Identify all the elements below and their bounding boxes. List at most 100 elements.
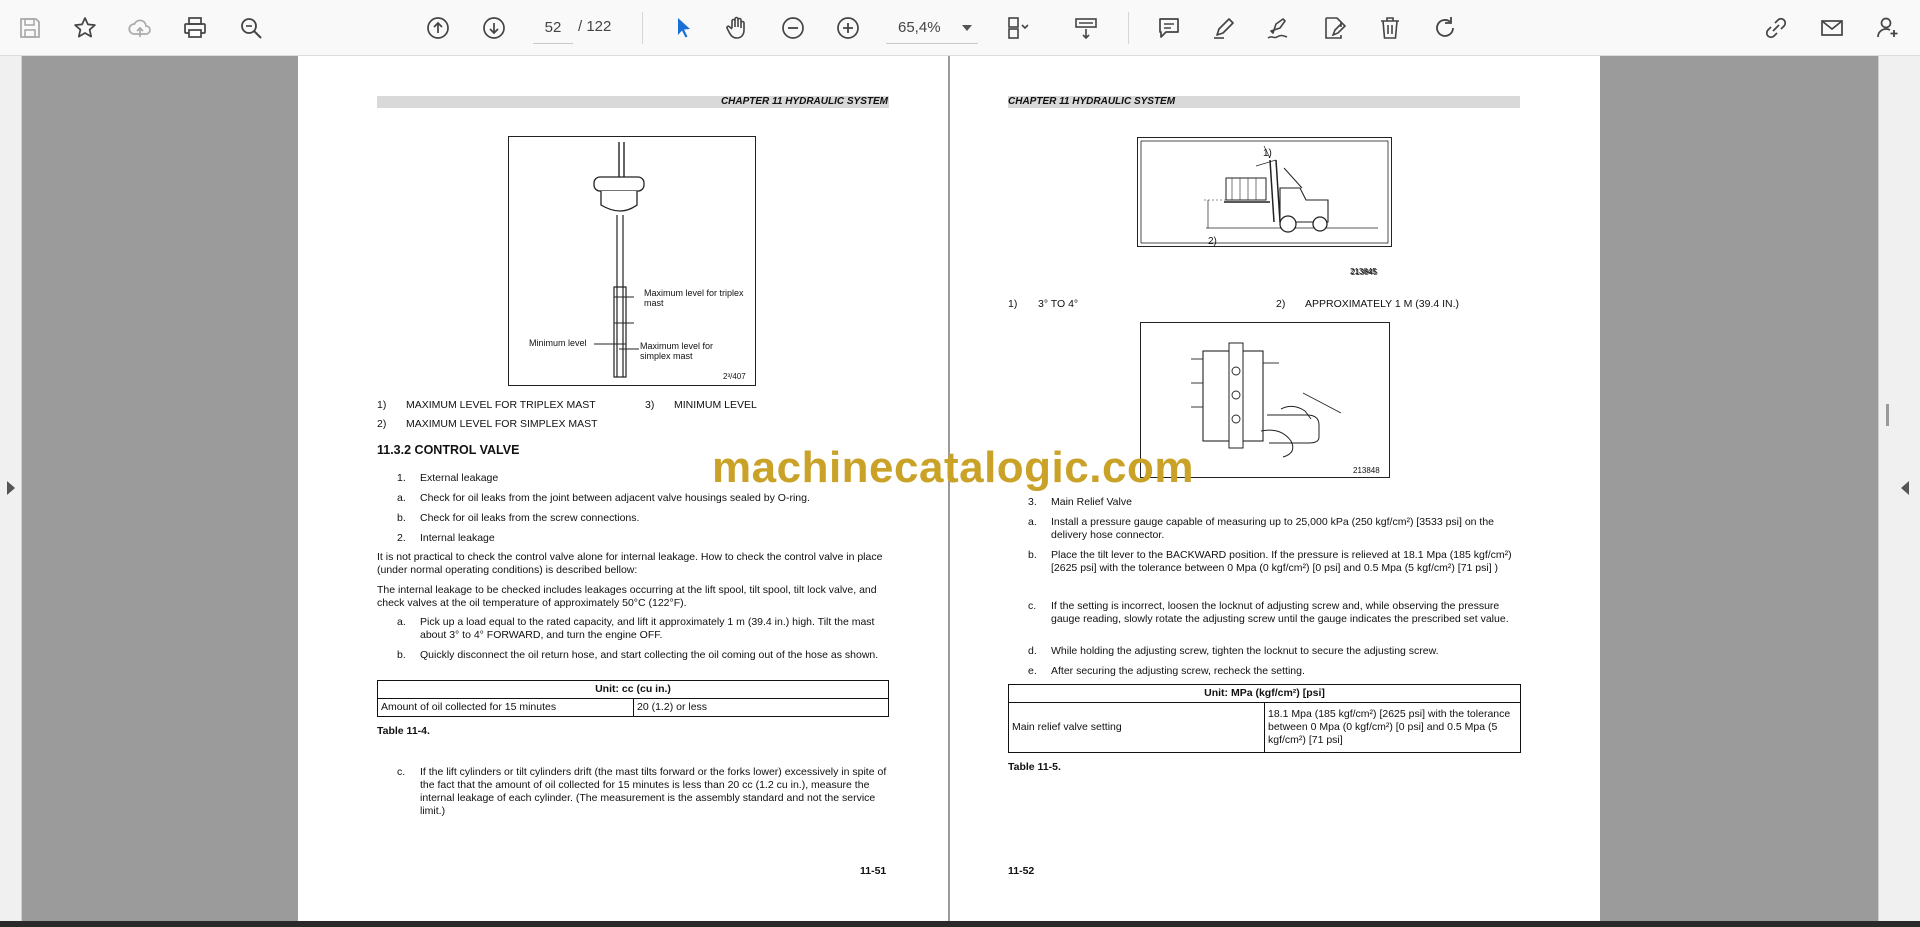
section-title: 11.3.2 CONTROL VALVE (377, 443, 520, 457)
table-header: Unit: cc (cu in.) (377, 680, 889, 699)
figure-id: 2³/407 (723, 372, 746, 381)
print-icon[interactable] (177, 10, 213, 46)
list-marker: 1. (397, 472, 406, 484)
toolbar-divider (1128, 12, 1129, 44)
oil-level-figure: Maximum level for triplex mast Minimum l… (508, 136, 756, 386)
edit-doc-icon[interactable] (1316, 10, 1352, 46)
callout-2: 2) (1208, 236, 1217, 247)
paragraph: It is not practical to check the control… (377, 551, 883, 576)
sign-pen-icon[interactable] (1260, 10, 1296, 46)
step-marker: a. (1028, 516, 1037, 528)
zoom-search-icon[interactable] (233, 10, 269, 46)
chapter-header: CHAPTER 11 HYDRAULIC SYSTEM (1008, 96, 1520, 108)
table-11-5: Unit: MPa (kgf/cm²) [psi] Main relief va… (1008, 684, 1521, 753)
legend-item-2: APPROXIMATELY 1 M (39.4 IN.) (1305, 298, 1460, 310)
vertical-scrollbar[interactable] (1886, 404, 1889, 426)
page-number: 11-52 (1008, 865, 1035, 877)
step-text: If the setting is incorrect, loosen the … (1051, 600, 1509, 625)
hand-pan-icon[interactable] (719, 10, 755, 46)
figure-id: 213845 (1350, 267, 1377, 276)
step-marker: c. (1028, 600, 1037, 612)
legend-item-2: MAXIMUM LEVEL FOR SIMPLEX MAST (406, 418, 598, 430)
mail-icon[interactable] (1814, 10, 1850, 46)
step-text: Install a pressure gauge capable of meas… (1051, 516, 1495, 541)
chevron-right-icon (7, 481, 15, 495)
step-text: If the lift cylinders or tilt cylinders … (420, 766, 887, 817)
page-total: / 122 (578, 18, 612, 35)
label-max-triplex: Maximum level for triplex mast (644, 288, 744, 308)
highlight-pen-icon[interactable] (1206, 10, 1242, 46)
table-cell-label: Main relief valve setting (1008, 702, 1265, 753)
comment-icon[interactable] (1151, 10, 1187, 46)
page-number-input[interactable] (533, 12, 573, 44)
zoom-in-icon[interactable] (830, 10, 866, 46)
step-marker: d. (1028, 645, 1037, 657)
scan-icon[interactable] (1068, 10, 1104, 46)
page-up-icon[interactable] (420, 10, 456, 46)
list-item: Check for oil leaks from the screw conne… (420, 512, 640, 524)
table-caption: Table 11-4. (377, 725, 430, 737)
legend-num-3: 3) (645, 399, 655, 411)
forklift-figure: 1) 2) 213845 (1137, 137, 1392, 277)
legend-item-3: MINIMUM LEVEL (674, 399, 757, 411)
delete-icon[interactable] (1372, 10, 1408, 46)
page-down-icon[interactable] (476, 10, 512, 46)
list-marker: 2. (397, 532, 406, 544)
bookmark-star-icon[interactable] (67, 10, 103, 46)
step-text: Quickly disconnect the oil return hose, … (420, 649, 879, 661)
select-cursor-icon[interactable] (665, 10, 701, 46)
toolbar-divider (642, 12, 643, 44)
label-max-simplex: Maximum level for simplex mast (640, 341, 714, 361)
label-min-level: Minimum level (529, 338, 587, 348)
page-organize-icon[interactable] (1000, 10, 1036, 46)
step-text: Place the tilt lever to the BACKWARD pos… (1051, 549, 1512, 574)
table-cell-label: Amount of oil collected for 15 minutes (377, 698, 634, 717)
redo-icon[interactable] (1427, 10, 1463, 46)
paragraph: The internal leakage to be checked inclu… (377, 584, 877, 609)
list-item: Check for oil leaks from the joint betwe… (420, 492, 810, 504)
figure-id: 213848 (1353, 466, 1380, 475)
save-icon[interactable] (12, 10, 48, 46)
table-caption: Table 11-5. (1008, 761, 1061, 773)
legend-num-1: 1) (377, 399, 387, 411)
step-marker: b. (1028, 549, 1037, 561)
legend-item-1: 3° TO 4° (1038, 298, 1079, 310)
step-marker: b. (397, 649, 406, 661)
zoom-level-value: 65,4% (898, 19, 941, 36)
step-title: Main Relief Valve (1051, 496, 1132, 508)
legend-num-2: 2) (377, 418, 387, 430)
zoom-out-icon[interactable] (775, 10, 811, 46)
user-add-icon[interactable] (1870, 10, 1906, 46)
step-text: After securing the adjusting screw, rech… (1051, 665, 1305, 677)
legend-item-1: MAXIMUM LEVEL FOR TRIPLEX MAST (406, 399, 596, 411)
right-panel-toggle[interactable] (1878, 56, 1920, 921)
step-text: Pick up a load equal to the rated capaci… (420, 616, 875, 641)
zoom-level-select[interactable]: 65,4% (886, 12, 978, 44)
main-toolbar: / 122 65,4% (0, 0, 1920, 56)
list-item: External leakage (420, 472, 499, 484)
page-number: 11-51 (860, 865, 887, 877)
list-marker: b. (397, 512, 406, 524)
table-header: Unit: MPa (kgf/cm²) [psi] (1008, 684, 1521, 703)
bottom-edge (0, 921, 1920, 927)
watermark: machinecatalogic.com (712, 443, 1194, 492)
chevron-down-icon (962, 25, 972, 31)
chapter-header: CHAPTER 11 HYDRAULIC SYSTEM (377, 96, 889, 108)
chevron-left-icon (1901, 481, 1909, 495)
step-text: While holding the adjusting screw, tight… (1051, 645, 1439, 657)
legend-num-1: 1) (1008, 298, 1018, 310)
step-marker: c. (397, 766, 406, 778)
share-link-icon[interactable] (1758, 10, 1794, 46)
step-marker: a. (397, 616, 406, 628)
list-marker: a. (397, 492, 406, 504)
table-cell-value: 18.1 Mpa (185 kgf/cm²) [2625 psi] with t… (1264, 702, 1521, 753)
step-marker: 3. (1028, 496, 1037, 508)
legend-num-2: 2) (1276, 298, 1286, 310)
callout-1: 1) (1263, 148, 1272, 159)
cloud-upload-icon[interactable] (122, 10, 158, 46)
table-cell-value: 20 (1.2) or less (633, 698, 889, 717)
left-panel-toggle[interactable] (0, 56, 22, 921)
list-item: Internal leakage (420, 532, 495, 544)
table-11-4: Unit: cc (cu in.) Amount of oil collecte… (377, 680, 889, 717)
step-marker: e. (1028, 665, 1037, 677)
